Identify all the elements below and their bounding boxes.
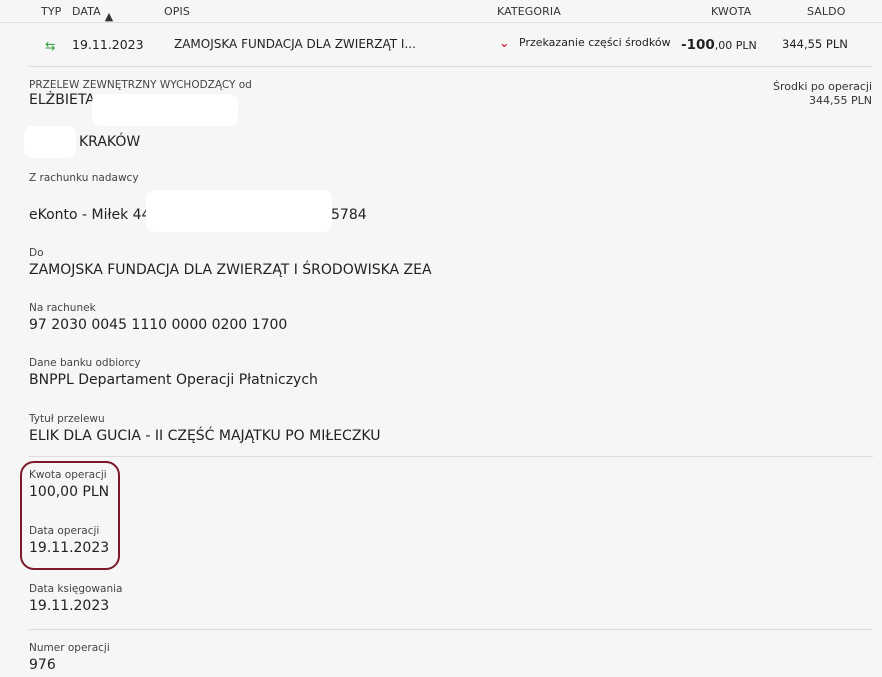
title-label: Tytuł przelewu (29, 413, 105, 425)
op-amount-label: Kwota operacji (29, 469, 107, 481)
redacted-area (24, 126, 76, 158)
col-typ: TYP (41, 5, 62, 18)
transaction-balance: 344,55 PLN (782, 37, 848, 51)
amount-minor: ,00 PLN (714, 39, 757, 52)
title-block: Tytuł przelewu ELIK DLA GUCIA - II CZĘŚĆ… (29, 413, 380, 444)
op-date-value: 19.11.2023 (29, 540, 110, 556)
posting-date-value: 19.11.2023 (29, 598, 110, 614)
transaction-description: ZAMOJSKA FUNDACJA DLA ZWIERZĄT I... (174, 37, 416, 51)
posting-date-block: Data księgowania 19.11.2023 (29, 583, 122, 614)
redacted-area (146, 190, 332, 232)
op-amount-block: Kwota operacji 100,00 PLN (29, 469, 109, 500)
divider (29, 456, 873, 457)
from-account-value: eKonto - Miłek 44 (29, 204, 150, 223)
transaction-category: Przekazanie części środków (519, 36, 671, 49)
balance-after-value: 344,55 PLN (809, 94, 872, 107)
recipient-block: Do ZAMOJSKA FUNDACJA DLA ZWIERZĄT I ŚROD… (29, 247, 432, 278)
bank-value: BNPPL Departament Operacji Płatniczych (29, 372, 318, 388)
balance-after-label: Środki po operacji (772, 80, 872, 93)
amount-major: -100 (681, 37, 715, 53)
col-data-label: DATA (72, 5, 101, 18)
col-saldo: SALDO (807, 5, 846, 18)
op-amount-value: 100,00 PLN (29, 484, 110, 500)
from-account-label: Z rachunku nadawcy (29, 172, 139, 184)
op-date-label: Data operacji (29, 525, 100, 537)
transaction-amount: -100,00 PLN (681, 37, 757, 53)
col-kategoria: KATEGORIA (497, 5, 561, 18)
op-date-block: Data operacji 19.11.2023 (29, 525, 109, 556)
transaction-date: 19.11.2023 (72, 37, 144, 52)
chevron-down-icon[interactable]: ⌄ (499, 35, 509, 50)
title-value: ELIK DLA GUCIA - II CZĘŚĆ MAJĄTKU PO MIŁ… (29, 428, 381, 444)
transfer-icon: ⇆ (45, 38, 56, 53)
transfer-type-label: PRZELEW ZEWNĘTRZNY WYCHODZĄCY od (29, 79, 252, 91)
op-number-value: 976 (29, 657, 56, 673)
sort-up-icon: ▲ (104, 10, 114, 23)
from-account-block: Z rachunku nadawcy (29, 172, 139, 184)
col-kwota: KWOTA (711, 5, 752, 18)
divider (29, 629, 873, 630)
from-account-suffix-block: 5784 (331, 204, 367, 223)
bank-block: Dane banku odbiorcy BNPPL Departament Op… (29, 357, 318, 388)
op-number-label: Numer operacji (29, 642, 110, 654)
recipient-value: ZAMOJSKA FUNDACJA DLA ZWIERZĄT I ŚRODOWI… (29, 262, 432, 278)
redacted-area (92, 94, 238, 126)
col-data-sortable[interactable]: DATA ▲ (72, 5, 113, 23)
recipient-label: Do (29, 247, 44, 259)
account-block: Na rachunek 97 2030 0045 1110 0000 0200 … (29, 302, 287, 333)
sender-city-block: KRAKÓW (79, 131, 140, 150)
from-account-name: eKonto - Miłek 44 (29, 207, 151, 223)
sender-city: KRAKÓW (79, 134, 141, 150)
col-opis: OPIS (164, 5, 190, 18)
account-label: Na rachunek (29, 302, 96, 314)
balance-after: Środki po operacji 344,55 PLN (773, 80, 872, 108)
op-number-block: Numer operacji 976 (29, 642, 110, 673)
transaction-row[interactable]: ⇆ 19.11.2023 ZAMOJSKA FUNDACJA DLA ZWIER… (29, 23, 873, 67)
account-value: 97 2030 0045 1110 0000 0200 1700 (29, 317, 288, 333)
from-account-suffix: 5784 (331, 207, 367, 223)
posting-date-label: Data księgowania (29, 583, 123, 595)
bank-label: Dane banku odbiorcy (29, 357, 141, 369)
table-header: TYP DATA ▲ OPIS KATEGORIA KWOTA SALDO (0, 0, 882, 23)
